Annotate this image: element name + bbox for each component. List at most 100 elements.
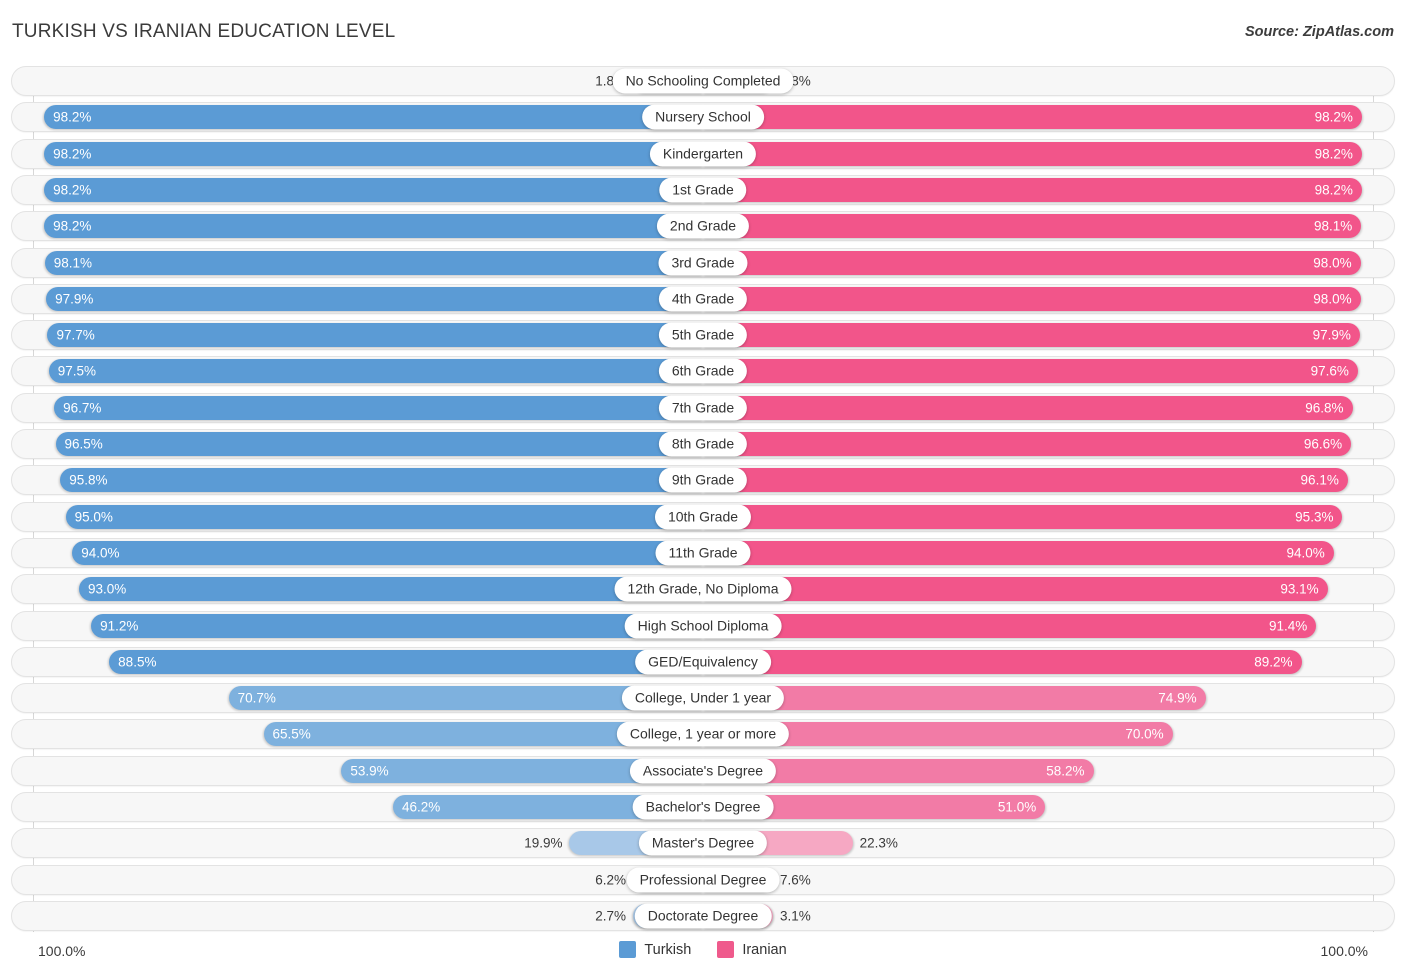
bar-value-turkish: 98.2% xyxy=(53,109,92,125)
table-row[interactable]: 2.7% 3.1% Doctorate Degree xyxy=(11,900,1395,931)
bar-turkish[interactable]: 95.8% xyxy=(60,468,703,493)
table-row[interactable]: 98.2% 98.2% 1st Grade xyxy=(11,174,1395,205)
bar-turkish[interactable]: 98.2% xyxy=(44,177,703,202)
category-label[interactable]: College, Under 1 year xyxy=(621,685,785,711)
table-row[interactable]: 97.5% 97.6% 6th Grade xyxy=(11,356,1395,387)
category-label[interactable]: 11th Grade xyxy=(655,540,751,566)
bar-iranian[interactable]: 97.6% xyxy=(703,359,1358,384)
category-label[interactable]: Associate's Degree xyxy=(629,758,777,784)
bar-iranian[interactable]: 98.0% xyxy=(703,250,1361,275)
bar-value-turkish: 88.5% xyxy=(118,654,157,670)
bar-value-turkish: 98.2% xyxy=(53,218,92,234)
table-row[interactable]: 53.9% 58.2% Associate's Degree xyxy=(11,755,1395,786)
bar-value-iranian: 51.0% xyxy=(997,799,1037,815)
legend-swatch-icon xyxy=(619,941,637,958)
bar-value-turkish: 97.9% xyxy=(55,291,94,307)
bar-turkish[interactable]: 98.2% xyxy=(44,141,703,166)
bar-turkish[interactable]: 97.5% xyxy=(48,359,703,384)
category-label[interactable]: 10th Grade xyxy=(654,504,752,530)
category-label[interactable]: College, 1 year or more xyxy=(616,721,790,747)
category-label[interactable]: 5th Grade xyxy=(658,322,748,348)
table-row[interactable]: 93.0% 93.1% 12th Grade, No Diploma xyxy=(11,574,1395,605)
bar-iranian[interactable]: 97.9% xyxy=(703,323,1360,348)
category-label[interactable]: 8th Grade xyxy=(658,431,748,457)
bar-value-iranian: 97.6% xyxy=(1310,363,1349,379)
category-label[interactable]: Master's Degree xyxy=(638,830,768,856)
bar-turkish[interactable]: 98.2% xyxy=(44,214,703,239)
category-label[interactable]: 9th Grade xyxy=(658,467,748,493)
table-row[interactable]: 19.9% 22.3% Master's Degree xyxy=(11,828,1395,859)
table-row[interactable]: 98.1% 98.0% 3rd Grade xyxy=(11,247,1395,278)
category-label[interactable]: Nursery School xyxy=(642,104,764,130)
table-row[interactable]: 97.9% 98.0% 4th Grade xyxy=(11,283,1395,314)
bar-iranian[interactable]: 95.3% xyxy=(703,504,1343,529)
table-row[interactable]: 65.5% 70.0% College, 1 year or more xyxy=(11,719,1395,750)
bar-iranian[interactable]: 93.1% xyxy=(703,577,1328,602)
bar-iranian[interactable]: 98.2% xyxy=(703,141,1362,166)
bar-iranian[interactable]: 89.2% xyxy=(703,649,1302,674)
bar-turkish[interactable]: 96.5% xyxy=(55,432,703,456)
bar-iranian[interactable]: 96.8% xyxy=(703,395,1353,420)
table-row[interactable]: 6.2% 7.6% Professional Degree xyxy=(11,864,1395,895)
table-row[interactable]: 94.0% 94.0% 11th Grade xyxy=(11,537,1395,568)
category-label[interactable]: Bachelor's Degree xyxy=(632,794,774,820)
table-row[interactable]: 95.0% 95.3% 10th Grade xyxy=(11,501,1395,532)
table-row[interactable]: 97.7% 97.9% 5th Grade xyxy=(11,320,1395,351)
category-label[interactable]: Professional Degree xyxy=(626,867,780,893)
table-row[interactable]: 98.2% 98.2% Nursery School xyxy=(11,102,1395,133)
bar-turkish[interactable]: 91.2% xyxy=(91,613,703,638)
table-row[interactable]: 70.7% 74.9% College, Under 1 year xyxy=(11,683,1395,714)
bar-value-turkish: 65.5% xyxy=(272,726,311,742)
table-row[interactable]: 95.8% 96.1% 9th Grade xyxy=(11,465,1395,496)
bar-iranian[interactable]: 98.2% xyxy=(703,105,1362,130)
table-row[interactable]: 91.2% 91.4% High School Diploma xyxy=(11,610,1395,641)
legend-item-iranian[interactable]: Iranian xyxy=(717,941,787,958)
table-row[interactable]: 1.8% 1.8% No Schooling Completed xyxy=(11,66,1395,96)
bar-value-turkish: 95.0% xyxy=(74,509,113,525)
bar-iranian[interactable]: 96.1% xyxy=(703,468,1348,493)
table-row[interactable]: 88.5% 89.2% GED/Equivalency xyxy=(11,646,1395,677)
category-label[interactable]: Kindergarten xyxy=(649,141,757,167)
bar-iranian[interactable]: 98.1% xyxy=(703,214,1362,239)
category-label[interactable]: 2nd Grade xyxy=(656,213,750,239)
table-row[interactable]: 98.2% 98.2% Kindergarten xyxy=(11,138,1395,169)
table-row[interactable]: 98.2% 98.1% 2nd Grade xyxy=(11,211,1395,242)
table-row[interactable]: 46.2% 51.0% Bachelor's Degree xyxy=(11,792,1395,822)
table-row[interactable]: 96.5% 96.6% 8th Grade xyxy=(11,429,1395,459)
bar-value-iranian: 58.2% xyxy=(1046,763,1085,779)
bar-turkish[interactable]: 97.9% xyxy=(46,286,703,311)
bar-iranian[interactable]: 98.0% xyxy=(703,286,1361,311)
bar-iranian[interactable]: 98.2% xyxy=(703,177,1362,202)
category-label[interactable]: 3rd Grade xyxy=(658,250,748,275)
bar-value-turkish: 98.1% xyxy=(53,255,93,270)
category-label[interactable]: 1st Grade xyxy=(659,177,747,203)
bar-turkish[interactable]: 88.5% xyxy=(109,649,703,674)
bar-value-iranian: 95.3% xyxy=(1295,509,1334,525)
bar-value-iranian: 98.1% xyxy=(1313,218,1353,234)
bar-iranian[interactable]: 91.4% xyxy=(703,613,1317,638)
category-label[interactable]: 4th Grade xyxy=(658,286,748,312)
category-label[interactable]: 6th Grade xyxy=(658,358,748,384)
table-row[interactable]: 96.7% 96.8% 7th Grade xyxy=(11,392,1395,423)
category-label[interactable]: 7th Grade xyxy=(658,395,748,421)
category-label[interactable]: Doctorate Degree xyxy=(634,903,772,929)
category-label[interactable]: GED/Equivalency xyxy=(635,649,771,675)
bar-turkish[interactable]: 96.7% xyxy=(54,395,703,420)
bar-turkish[interactable]: 98.1% xyxy=(44,250,703,275)
chart-header: TURKISH VS IRANIAN EDUCATION LEVEL Sourc… xyxy=(0,0,1406,62)
bar-turkish[interactable]: 93.0% xyxy=(78,577,703,602)
category-label[interactable]: No Schooling Completed xyxy=(612,68,794,94)
bar-turkish[interactable]: 98.2% xyxy=(44,105,703,130)
bar-iranian[interactable]: 94.0% xyxy=(703,540,1334,565)
bar-value-iranian: 98.2% xyxy=(1314,182,1353,198)
bar-iranian[interactable]: 96.6% xyxy=(703,432,1352,456)
category-label[interactable]: 12th Grade, No Diploma xyxy=(614,576,792,602)
bar-value-turkish: 91.2% xyxy=(100,618,139,633)
bar-turkish[interactable]: 95.0% xyxy=(65,504,703,529)
legend-item-turkish[interactable]: Turkish xyxy=(619,941,691,958)
bar-turkish[interactable]: 94.0% xyxy=(72,540,703,565)
bar-value-turkish: 93.0% xyxy=(87,581,127,597)
page-title: TURKISH VS IRANIAN EDUCATION LEVEL xyxy=(12,21,396,42)
category-label[interactable]: High School Diploma xyxy=(624,613,782,638)
bar-turkish[interactable]: 97.7% xyxy=(47,323,703,348)
